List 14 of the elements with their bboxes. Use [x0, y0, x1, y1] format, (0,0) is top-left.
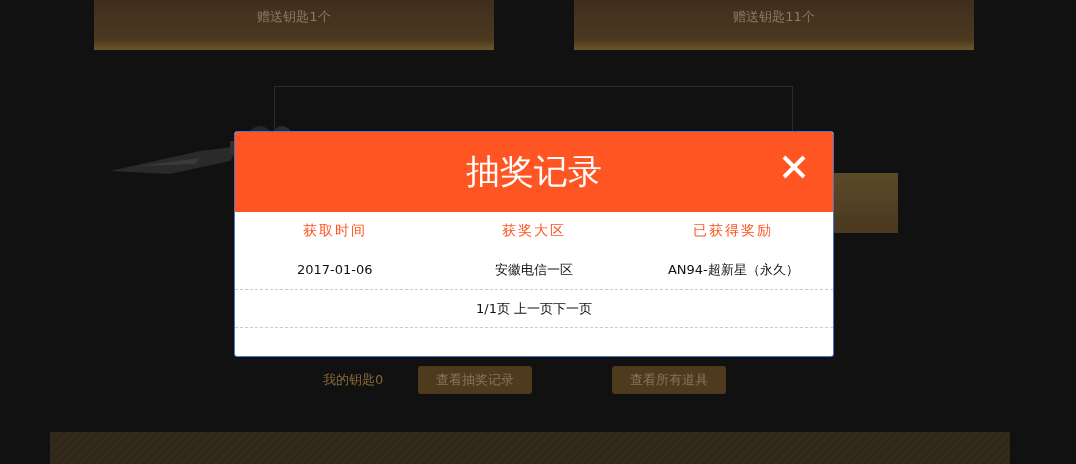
page-link[interactable]: 上一页 [513, 299, 553, 318]
page-indicator: 1/1页 [476, 299, 510, 318]
column-header: 已获得奖励 [692, 222, 775, 240]
table-cell-text: 2017-01-06 [295, 262, 374, 277]
key-count: 我的钥匙0 [323, 371, 385, 389]
gift-label: 赠送钥匙1个 [257, 8, 331, 26]
table-cell-text: AN94-超新星（永久） [666, 260, 800, 279]
page-link[interactable]: 下一页 [552, 299, 592, 318]
column-header: 获取时间 [301, 222, 368, 240]
column-header: 获奖大区 [501, 222, 567, 240]
table-cell-text: 安徽电信一区 [494, 260, 574, 279]
close-icon[interactable] [781, 154, 807, 180]
dialog-title: 抽奖记录 [466, 150, 602, 193]
gift-label: 赠送钥匙11个 [733, 8, 815, 26]
